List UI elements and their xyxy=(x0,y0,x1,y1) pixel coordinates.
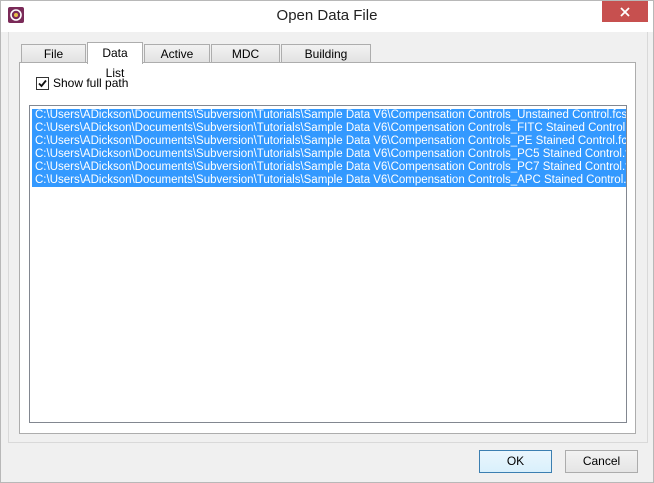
tab-file-dialog[interactable]: File Dialog xyxy=(21,44,86,79)
checkmark-icon xyxy=(38,79,47,87)
close-icon xyxy=(620,6,630,17)
title-bar: Open Data File xyxy=(1,1,653,32)
tab-building-blocks[interactable]: Building Blocks xyxy=(281,44,371,79)
dialog-client-area: File Dialog Data List Active Files MDC S… xyxy=(8,32,648,443)
tab-active-files[interactable]: Active Files xyxy=(144,44,210,79)
window-title: Open Data File xyxy=(276,7,378,24)
tab-mdc-store[interactable]: MDC Store xyxy=(211,44,280,79)
dialog-window: Open Data File File Dialog Data List Act… xyxy=(0,0,654,483)
list-item[interactable]: C:\Users\ADickson\Documents\Subversion\T… xyxy=(32,161,626,174)
data-list-panel: Show full path C:\Users\ADickson\Documen… xyxy=(19,62,636,434)
file-listbox[interactable]: C:\Users\ADickson\Documents\Subversion\T… xyxy=(29,105,627,423)
list-item[interactable]: C:\Users\ADickson\Documents\Subversion\T… xyxy=(32,122,626,135)
tab-data-list[interactable]: Data List xyxy=(87,42,143,80)
list-item[interactable]: C:\Users\ADickson\Documents\Subversion\T… xyxy=(32,109,626,122)
list-item[interactable]: C:\Users\ADickson\Documents\Subversion\T… xyxy=(32,148,626,161)
list-item[interactable]: C:\Users\ADickson\Documents\Subversion\T… xyxy=(32,135,626,148)
close-button[interactable] xyxy=(602,1,648,22)
list-item[interactable]: C:\Users\ADickson\Documents\Subversion\T… xyxy=(32,174,626,187)
cancel-button[interactable]: Cancel xyxy=(565,450,638,473)
ok-button[interactable]: OK xyxy=(479,450,552,473)
show-full-path-checkbox[interactable] xyxy=(36,76,49,90)
